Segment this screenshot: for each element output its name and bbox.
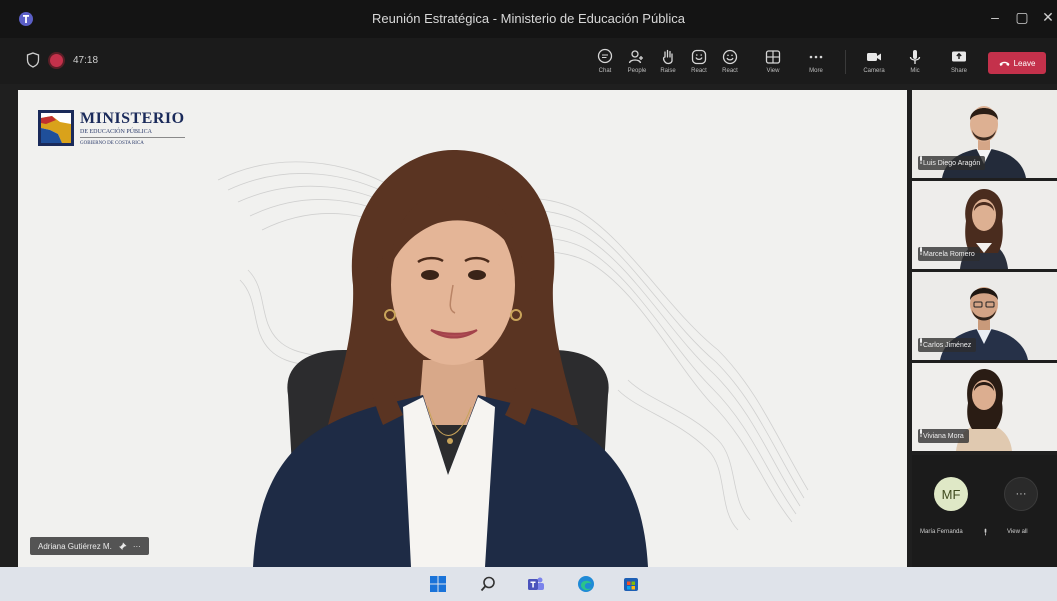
view-all-button[interactable]: ··· [1004,477,1038,511]
more-label: More [809,68,823,74]
leave-button[interactable]: Leave [988,52,1046,74]
mic-label: Mic [910,68,920,74]
chat-label: Chat [598,68,612,74]
participant-tile[interactable]: Marcela Romero [912,181,1057,269]
speaker-video [253,150,648,567]
toolbar-divider [845,50,846,74]
minimize-icon[interactable]: – [985,9,1005,25]
participant-tile[interactable]: Viviana Mora [912,363,1057,451]
ministry-logo: MINISTERIO DE EDUCACIÓN PÚBLICA GOBIERNO… [38,110,185,146]
more-icon [809,55,823,59]
participant-name-tag: Luis Diego Aragón [918,156,986,170]
windows-start-icon[interactable] [429,575,447,593]
raise-hand-icon [662,49,673,65]
speaker-name-tag: Adriana Gutiérrez M. ··· [30,537,149,555]
view-grid-icon [765,50,781,64]
shield-icon [26,52,40,68]
raise-hand-button[interactable]: Raise [652,48,684,80]
smiley-icon [722,49,738,65]
more-button[interactable]: More [800,48,832,80]
react-icon [691,49,707,65]
share-label: Share [950,68,967,74]
react-button[interactable]: React [683,48,715,80]
share-button[interactable]: Share [943,48,975,80]
maximize-icon[interactable]: ▢ [1012,9,1032,26]
chat-button[interactable]: Chat [589,48,621,80]
camera-button[interactable]: Camera [858,48,890,80]
participant-name: Luis Diego Aragón [923,159,981,167]
phone-hangup-icon [999,61,1010,66]
view-button[interactable]: View [757,48,789,80]
meeting-toolbar: 47:18 Chat People Raise React React View… [0,38,1057,84]
camera-icon [867,53,881,61]
participant-name: Carlos Jiménez [923,341,972,349]
react-smiley-button[interactable]: React [714,48,746,80]
window-title: Reunión Estratégica - Ministerio de Educ… [372,11,685,26]
recording-indicator-icon [50,53,63,67]
participant-name-tag: Viviana Mora [918,429,969,443]
participant-name: Marcela Romero [923,250,975,258]
speaker-options-icon[interactable]: ··· [133,542,141,551]
raise-label: Raise [660,68,676,74]
react2-label: React [722,68,738,74]
people-label: People [627,68,647,74]
title-bar: Reunión Estratégica - Ministerio de Educ… [0,0,1057,38]
main-video-stage: MINISTERIO DE EDUCACIÓN PÚBLICA GOBIERNO… [18,90,907,567]
people-button[interactable]: People [621,48,653,80]
mic-icon [920,429,922,437]
close-icon[interactable]: ✕ [1038,9,1057,26]
share-icon [952,51,966,62]
mic-icon [909,50,921,64]
os-taskbar [0,567,1057,601]
logo-line-educacion: DE EDUCACIÓN PÚBLICA [80,129,185,138]
logo-line-gobierno: GOBIERNO DE COSTA RICA [80,141,144,146]
meeting-timer: 47:18 [73,54,99,66]
speaker-name: Adriana Gutiérrez M. [38,541,112,551]
teams-taskbar-icon[interactable] [527,575,545,593]
store-icon[interactable] [622,575,640,593]
logo-line-ministerio: MINISTERIO [80,110,185,127]
avatar[interactable]: MF [934,477,968,511]
participant-tile[interactable]: Luis Diego Aragón [912,90,1057,178]
edge-browser-icon[interactable] [577,575,595,593]
participant-tile[interactable]: Carlos Jiménez [912,272,1057,360]
search-icon[interactable] [479,575,497,593]
view-label: View [766,68,780,74]
mic-button[interactable]: Mic [899,48,931,80]
avatar-name: María Fernanda [920,529,963,535]
mic-icon [920,247,922,255]
participant-name: Viviana Mora [923,432,964,440]
people-icon [628,50,643,64]
mic-icon [920,156,922,164]
react-label: React [691,68,707,74]
costa-rica-emblem-icon [38,110,74,146]
pin-icon[interactable] [118,542,127,551]
leave-label: Leave [1013,58,1036,68]
participant-name-tag: Marcela Romero [918,247,980,261]
mic-icon [984,528,987,536]
mic-icon [920,338,922,346]
chat-icon [597,48,613,64]
view-all-label: View all [1007,529,1028,535]
overflow-participants: MF ··· María Fernanda View all [912,455,1057,567]
camera-label: Camera [863,68,885,74]
participant-name-tag: Carlos Jiménez [918,338,977,352]
